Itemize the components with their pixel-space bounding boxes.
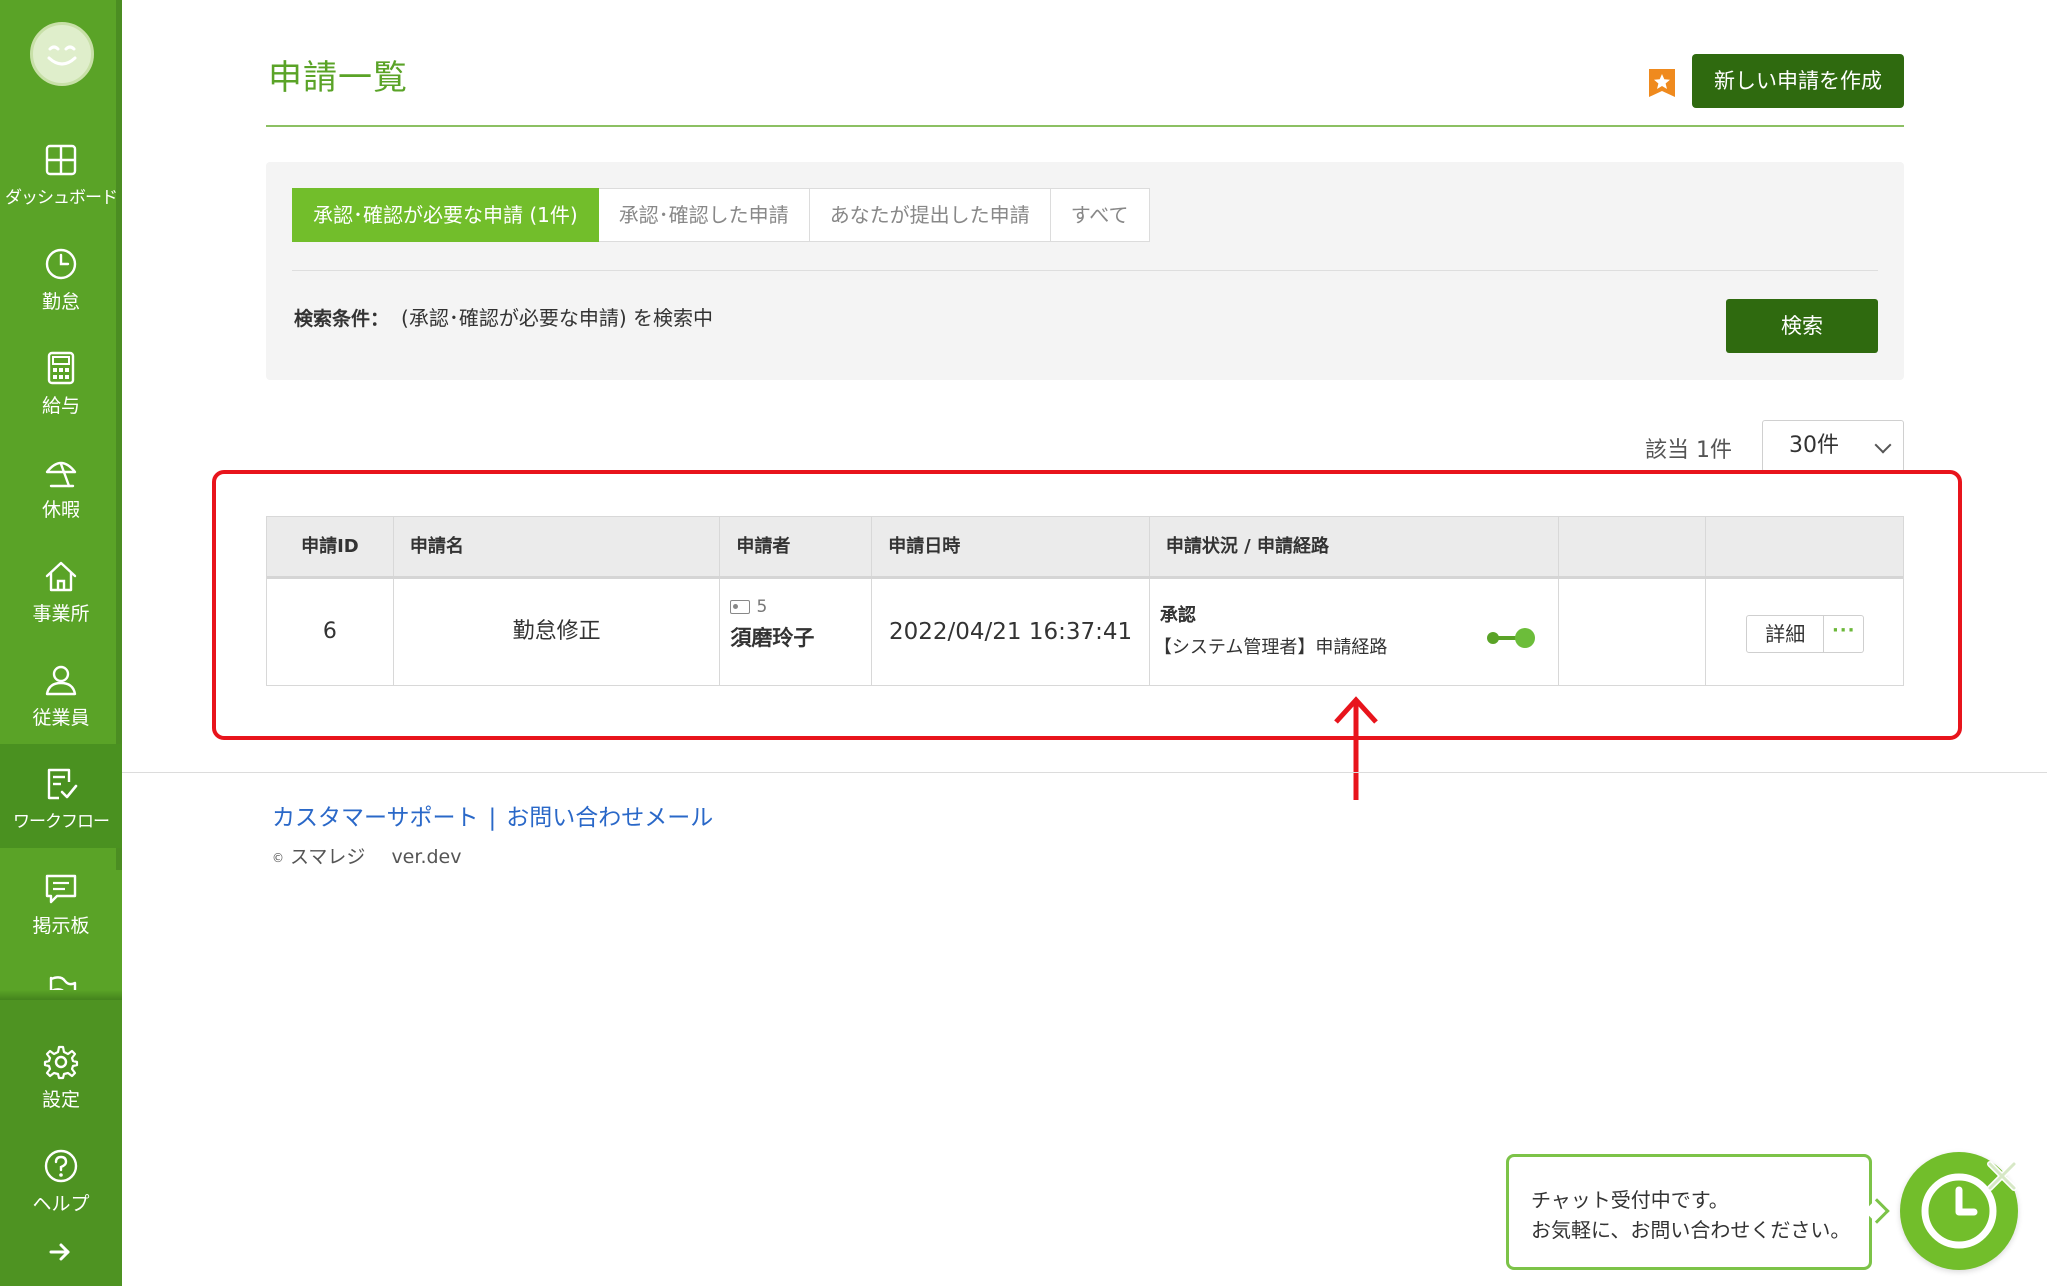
sidebar: ダッシュボード 勤怠 給与 休暇 事業所 従業員 ワークフロー 掲示板 設定 ヘ…: [0, 0, 122, 1286]
checklist-icon: [47, 768, 78, 800]
sidebar-item-bulletin[interactable]: 掲示板: [0, 848, 122, 952]
dashboard-icon: [45, 144, 77, 176]
contact-mail-link[interactable]: お問い合わせメール: [506, 805, 713, 831]
smiley-logo-icon[interactable]: [30, 22, 94, 86]
copyright: © スマレジ ver.dev: [272, 842, 461, 869]
sidebar-item-label: 従業員: [32, 707, 90, 729]
footer-separator: |: [488, 805, 497, 831]
sidebar-item-label: ワークフロー: [13, 812, 110, 832]
tab-approved[interactable]: 承認･確認した申請: [598, 188, 810, 242]
arrow-right-icon: [49, 1243, 70, 1261]
footer-links: カスタマーサポート | お問い合わせメール: [272, 798, 713, 832]
sidebar-item-workflow[interactable]: ワークフロー: [0, 744, 122, 848]
sidebar-item-attendance[interactable]: 勤怠: [0, 224, 122, 328]
per-page-value: 30件: [1789, 433, 1839, 458]
footer-divider: [122, 772, 2047, 773]
help-icon: [44, 1149, 78, 1183]
sidebar-item-settings[interactable]: 設定: [0, 1022, 122, 1126]
page-title: 申請一覧: [268, 58, 408, 98]
chat-line-1: チャット受付中です。: [1531, 1188, 1729, 1212]
user-icon: [45, 665, 77, 696]
sidebar-item-help[interactable]: ヘルプ: [0, 1126, 122, 1230]
search-condition: 検索条件： (承認･確認が必要な申請) を検索中: [294, 302, 713, 331]
highlight-annotation-box: [212, 470, 1962, 740]
sidebar-item-dashboard[interactable]: ダッシュボード: [0, 120, 122, 224]
tab-all[interactable]: すべて: [1050, 188, 1150, 242]
bookmark-star-icon[interactable]: [1649, 69, 1675, 97]
sidebar-item-label: ヘルプ: [32, 1193, 90, 1215]
per-page-select[interactable]: 30件: [1762, 420, 1904, 472]
filter-tabs: 承認･確認が必要な申請 (1件) 承認･確認した申請 あなたが提出した申請 すべ…: [292, 188, 1150, 242]
copyright-symbol: ©: [272, 850, 284, 865]
new-application-button[interactable]: 新しい申請を作成: [1692, 54, 1904, 108]
home-icon: [45, 561, 77, 592]
parasol-icon: [45, 461, 77, 488]
sidebar-item-label: 勤怠: [41, 291, 80, 313]
search-condition-label: 検索条件：: [294, 308, 390, 330]
filter-divider: [292, 270, 1878, 271]
calculator-icon: [47, 351, 75, 385]
gear-icon: [43, 1045, 79, 1080]
sidebar-item-payroll[interactable]: 給与: [0, 328, 122, 432]
clock-icon: [45, 248, 77, 280]
sidebar-item-label: 事業所: [32, 603, 90, 625]
version: ver.dev: [391, 846, 462, 868]
tab-submitted[interactable]: あなたが提出した申請: [809, 188, 1051, 242]
header-divider: [266, 125, 1904, 127]
tab-needs-approval[interactable]: 承認･確認が必要な申請 (1件): [292, 188, 599, 242]
customer-support-link[interactable]: カスタマーサポート: [272, 805, 479, 831]
sidebar-item-label: 掲示板: [32, 915, 90, 937]
chat-line-2: お気軽に、お問い合わせください。: [1531, 1218, 1851, 1242]
sidebar-expand-button[interactable]: [0, 1232, 122, 1286]
sidebar-item-label: 休暇: [41, 499, 80, 521]
close-icon[interactable]: [1980, 1154, 2024, 1198]
copyright-name: スマレジ: [290, 846, 366, 868]
search-condition-value: (承認･確認が必要な申請) を検索中: [401, 306, 713, 330]
sidebar-item-label: 給与: [41, 395, 80, 417]
filter-panel: 承認･確認が必要な申請 (1件) 承認･確認した申請 あなたが提出した申請 すべ…: [266, 162, 1904, 380]
sidebar-item-label: ダッシュボード: [5, 188, 118, 208]
search-button[interactable]: 検索: [1726, 299, 1878, 353]
sidebar-item-office[interactable]: 事業所: [0, 536, 122, 640]
chevron-down-icon: [1874, 436, 1892, 454]
sidebar-item-employees[interactable]: 従業員: [0, 640, 122, 744]
result-count: 該当 1件: [1645, 438, 1732, 463]
chat-icon: [45, 874, 77, 904]
red-arrow-up-icon: [1334, 696, 1378, 800]
sidebar-item-vacation[interactable]: 休暇: [0, 432, 122, 536]
chat-bubble[interactable]: チャット受付中です。 お気軽に、お問い合わせください。: [1506, 1154, 1872, 1270]
sidebar-item-label: 設定: [41, 1089, 80, 1111]
